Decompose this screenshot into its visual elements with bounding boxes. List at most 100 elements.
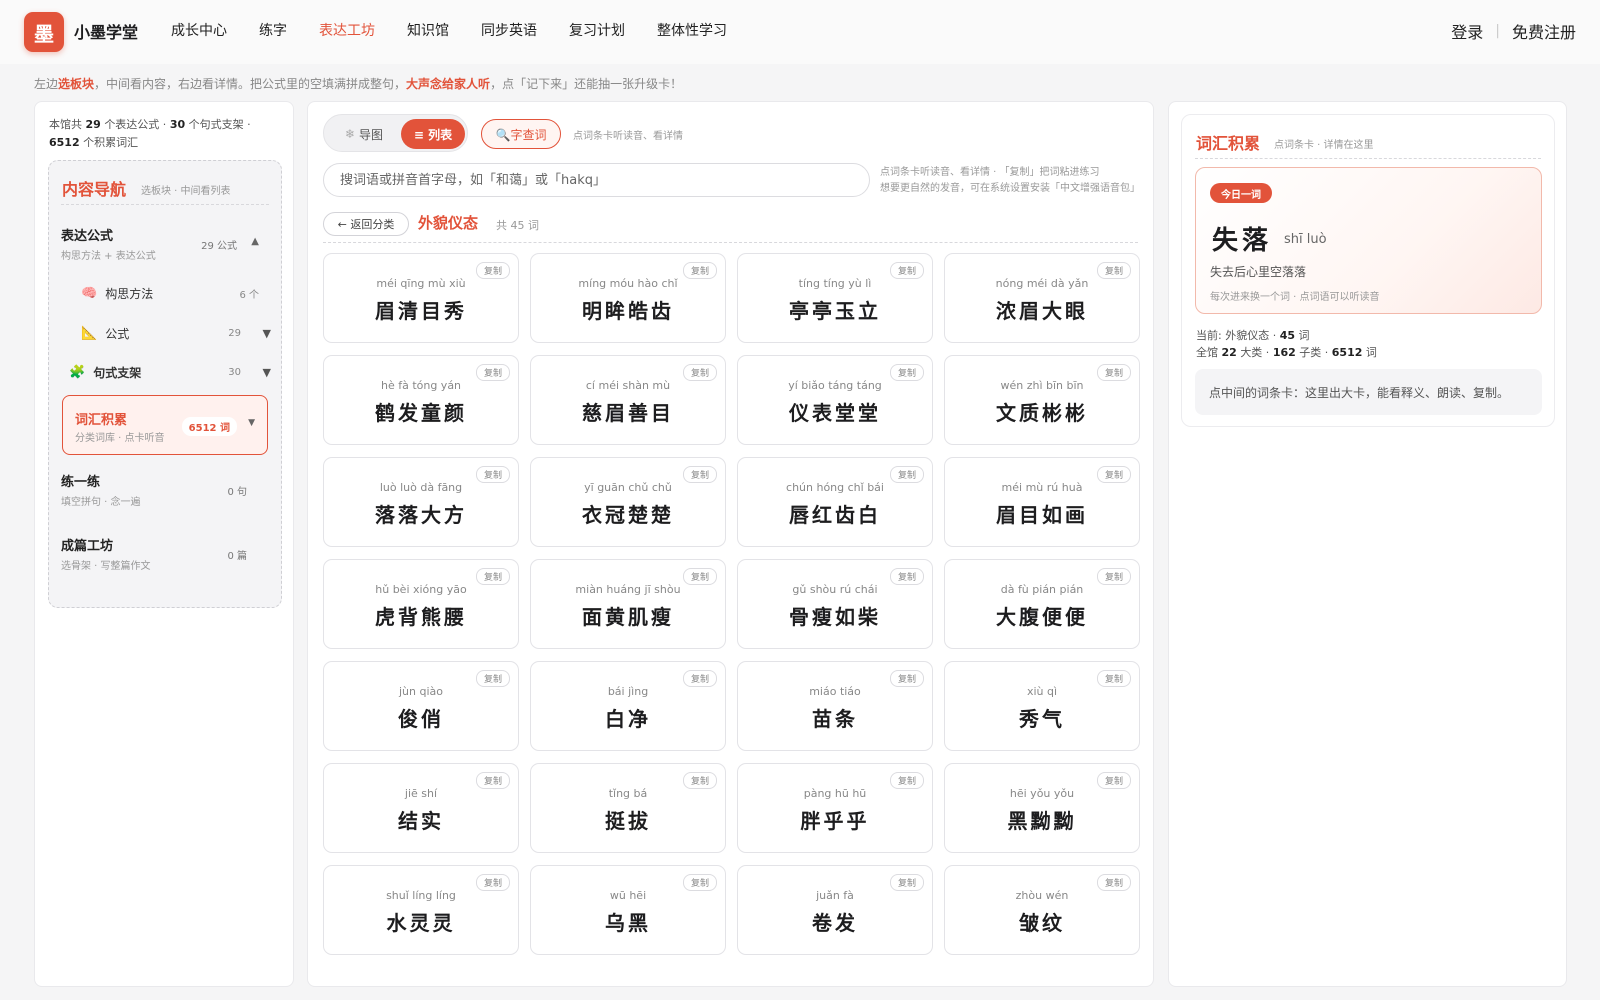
chevron-up-icon[interactable]: ▲ (251, 236, 259, 247)
word-text: 眉清目秀 (375, 299, 467, 323)
word-card[interactable]: 复制 bái jìng 白净 (530, 661, 726, 751)
login-link[interactable]: 登录 (1451, 19, 1483, 43)
word-text: 仪表堂堂 (789, 401, 881, 425)
nav-item-label: 句式支架 (93, 366, 142, 380)
stats-text: 个积累词汇 (83, 136, 139, 149)
stats-text: 词 (1365, 346, 1377, 359)
chevron-down-icon[interactable]: ▼ (263, 366, 271, 379)
word-card[interactable]: 复制 gǔ shòu rú chái 骨瘦如柴 (737, 559, 933, 649)
word-card[interactable]: 复制 hēi yǒu yǒu 黑黝黝 (944, 763, 1140, 853)
word-card[interactable]: 复制 luò luò dà fāng 落落大方 (323, 457, 519, 547)
logo[interactable]: 墨 (24, 12, 64, 52)
word-card[interactable]: 复制 pàng hū hū 胖乎乎 (737, 763, 933, 853)
stats-number: 30 (169, 118, 186, 131)
word-pinyin: gǔ shòu rú chái (792, 583, 878, 596)
daily-word[interactable]: 失落 (1212, 220, 1272, 257)
nav-item-count: 0 句 (227, 487, 247, 498)
word-card[interactable]: 复制 yī guān chǔ chǔ 衣冠楚楚 (530, 457, 726, 547)
brand-name[interactable]: 小墨学堂 (74, 19, 138, 43)
stats-number: 162 (1272, 346, 1296, 359)
mode-mindmap-button[interactable]: ❄ 导图 (334, 119, 394, 149)
detail-subtitle: 点词条卡 · 详情在这里 (1274, 140, 1374, 151)
tip-text: ，中间看内容，右边看详情。把公式里的空填满拼成整句， (94, 77, 407, 91)
word-card[interactable]: 复制 xiù qì 秀气 (944, 661, 1140, 751)
word-card[interactable]: 复制 miáo tiáo 苗条 (737, 661, 933, 751)
word-card[interactable]: 复制 tǐng bá 挺拔 (530, 763, 726, 853)
stats-text: 当前: 外貌仪态 · (1196, 329, 1277, 342)
word-card[interactable]: 复制 cí méi shàn mù 慈眉善目 (530, 355, 726, 445)
word-card[interactable]: 复制 dà fù pián pián 大腹便便 (944, 559, 1140, 649)
word-pinyin: nóng méi dà yǎn (995, 277, 1089, 290)
word-text: 眉目如画 (996, 503, 1088, 527)
word-card[interactable]: 复制 hè fà tóng yán 鹤发童颜 (323, 355, 519, 445)
nav-item-label: 构思方法 (105, 287, 154, 301)
mode-list-button[interactable]: ≡ 列表 (401, 119, 465, 149)
main-nav: 成长中心 练字 表达工坊 知识馆 同步英语 复习计划 整体性学习 (171, 20, 759, 40)
nav-holistic-learning[interactable]: 整体性学习 (657, 20, 727, 40)
usage-tip: 左边选板块，中间看内容，右边看详情。把公式里的空填满拼成整句，大声念给家人听，点… (34, 75, 682, 92)
content-nav-subtitle: 选板块 · 中间看列表 (141, 186, 231, 197)
word-card[interactable]: 复制 jùn qiào 俊俏 (323, 661, 519, 751)
nav-expression-formula[interactable]: 表达公式 构思方法 + 表达公式 29 公式 ▲ (61, 225, 271, 265)
word-text: 亭亭玉立 (789, 299, 881, 323)
word-card[interactable]: 复制 tíng tíng yù lì 亭亭玉立 (737, 253, 933, 343)
word-card[interactable]: 复制 shuǐ líng líng 水灵灵 (323, 865, 519, 955)
nav-item-count: 29 公式 (201, 241, 237, 252)
divider (323, 242, 1138, 243)
nav-expression-workshop[interactable]: 表达工坊 (319, 20, 375, 40)
nav-calligraphy[interactable]: 练字 (259, 20, 287, 40)
chevron-down-icon[interactable]: ▼ (248, 418, 255, 428)
word-pinyin: míng móu hào chǐ (578, 277, 678, 290)
word-card[interactable]: 复制 méi mù rú huà 眉目如画 (944, 457, 1140, 547)
word-card[interactable]: 复制 yí biǎo táng táng 仪表堂堂 (737, 355, 933, 445)
word-text: 挺拔 (605, 809, 651, 833)
word-pinyin: cí méi shàn mù (585, 379, 671, 392)
word-card[interactable]: 复制 wén zhì bīn bīn 文质彬彬 (944, 355, 1140, 445)
nav-sub-formula[interactable]: 📐 公式 29 ▼ (81, 325, 271, 342)
nav-practice[interactable]: 练一练 填空拼句 · 念一遍 0 句 (61, 471, 271, 511)
word-card[interactable]: 复制 hǔ bèi xióng yāo 虎背熊腰 (323, 559, 519, 649)
nav-item-label: 表达公式 (61, 229, 114, 244)
nav-sentence-scaffold[interactable]: 🧩 句式支架 30 ▼ (69, 364, 271, 381)
word-card[interactable]: 复制 méi qīng mù xiù 眉清目秀 (323, 253, 519, 343)
stats-number: 22 (1221, 346, 1237, 359)
nav-review-plan[interactable]: 复习计划 (569, 20, 625, 40)
stats-text: 本馆共 (49, 118, 82, 131)
nav-vocabulary-active[interactable]: 词汇积累 分类词库 · 点卡听音 6512 词 ▼ (62, 395, 268, 455)
category-title: 外貌仪态 (418, 214, 479, 232)
nav-knowledge-hall[interactable]: 知识馆 (407, 20, 449, 40)
nav-sync-english[interactable]: 同步英语 (481, 20, 537, 40)
word-card[interactable]: 复制 juǎn fà 卷发 (737, 865, 933, 955)
snowflake-icon: ❄ (344, 127, 356, 141)
word-card[interactable]: 复制 wū hēi 乌黑 (530, 865, 726, 955)
content-nav-title: 内容导航 (62, 180, 127, 199)
back-to-category-button[interactable]: ← 返回分类 (323, 212, 409, 236)
word-card[interactable]: 复制 jiē shí 结实 (323, 763, 519, 853)
nav-growth-center[interactable]: 成长中心 (171, 20, 227, 40)
chevron-down-icon[interactable]: ▼ (263, 327, 271, 340)
char-lookup-button[interactable]: 🔍字查词 (481, 119, 561, 149)
word-search-input[interactable] (323, 163, 870, 197)
word-card[interactable]: 复制 miàn huáng jī shòu 面黄肌瘦 (530, 559, 726, 649)
mode-label: 导图 (359, 127, 384, 142)
word-card[interactable]: 复制 chún hóng chǐ bái 唇红齿白 (737, 457, 933, 547)
nav-sub-method[interactable]: 🧠 构思方法 6 个 (81, 285, 271, 302)
word-text: 唇红齿白 (789, 503, 881, 527)
word-pinyin: hēi yǒu yǒu (1009, 787, 1075, 800)
word-card[interactable]: 复制 zhòu wén 皱纹 (944, 865, 1140, 955)
word-card[interactable]: 复制 nóng méi dà yǎn 浓眉大眼 (944, 253, 1140, 343)
word-pinyin: tíng tíng yù lì (798, 277, 872, 290)
word-text: 面黄肌瘦 (582, 605, 674, 629)
word-text: 黑黝黝 (1007, 809, 1077, 833)
nav-essay-workshop[interactable]: 成篇工坊 选骨架 · 写整篇作文 0 篇 (61, 535, 271, 575)
stats-text: 个表达公式 · (104, 118, 167, 131)
word-pinyin: hè fà tóng yán (380, 379, 462, 392)
word-text: 衣冠楚楚 (582, 503, 674, 527)
word-pinyin: wū hēi (609, 889, 647, 902)
word-of-the-day-card[interactable]: 今日一词 失落 shī luò 失去后心里空落落 每次进来换一个词 · 点词语可… (1195, 167, 1542, 314)
word-pinyin: méi mù rú huà (1001, 481, 1083, 494)
puzzle-icon: 🧩 (69, 365, 86, 380)
word-pinyin: miàn huáng jī shòu (575, 583, 681, 596)
register-link[interactable]: 免费注册 (1512, 19, 1576, 43)
word-card[interactable]: 复制 míng móu hào chǐ 明眸皓齿 (530, 253, 726, 343)
